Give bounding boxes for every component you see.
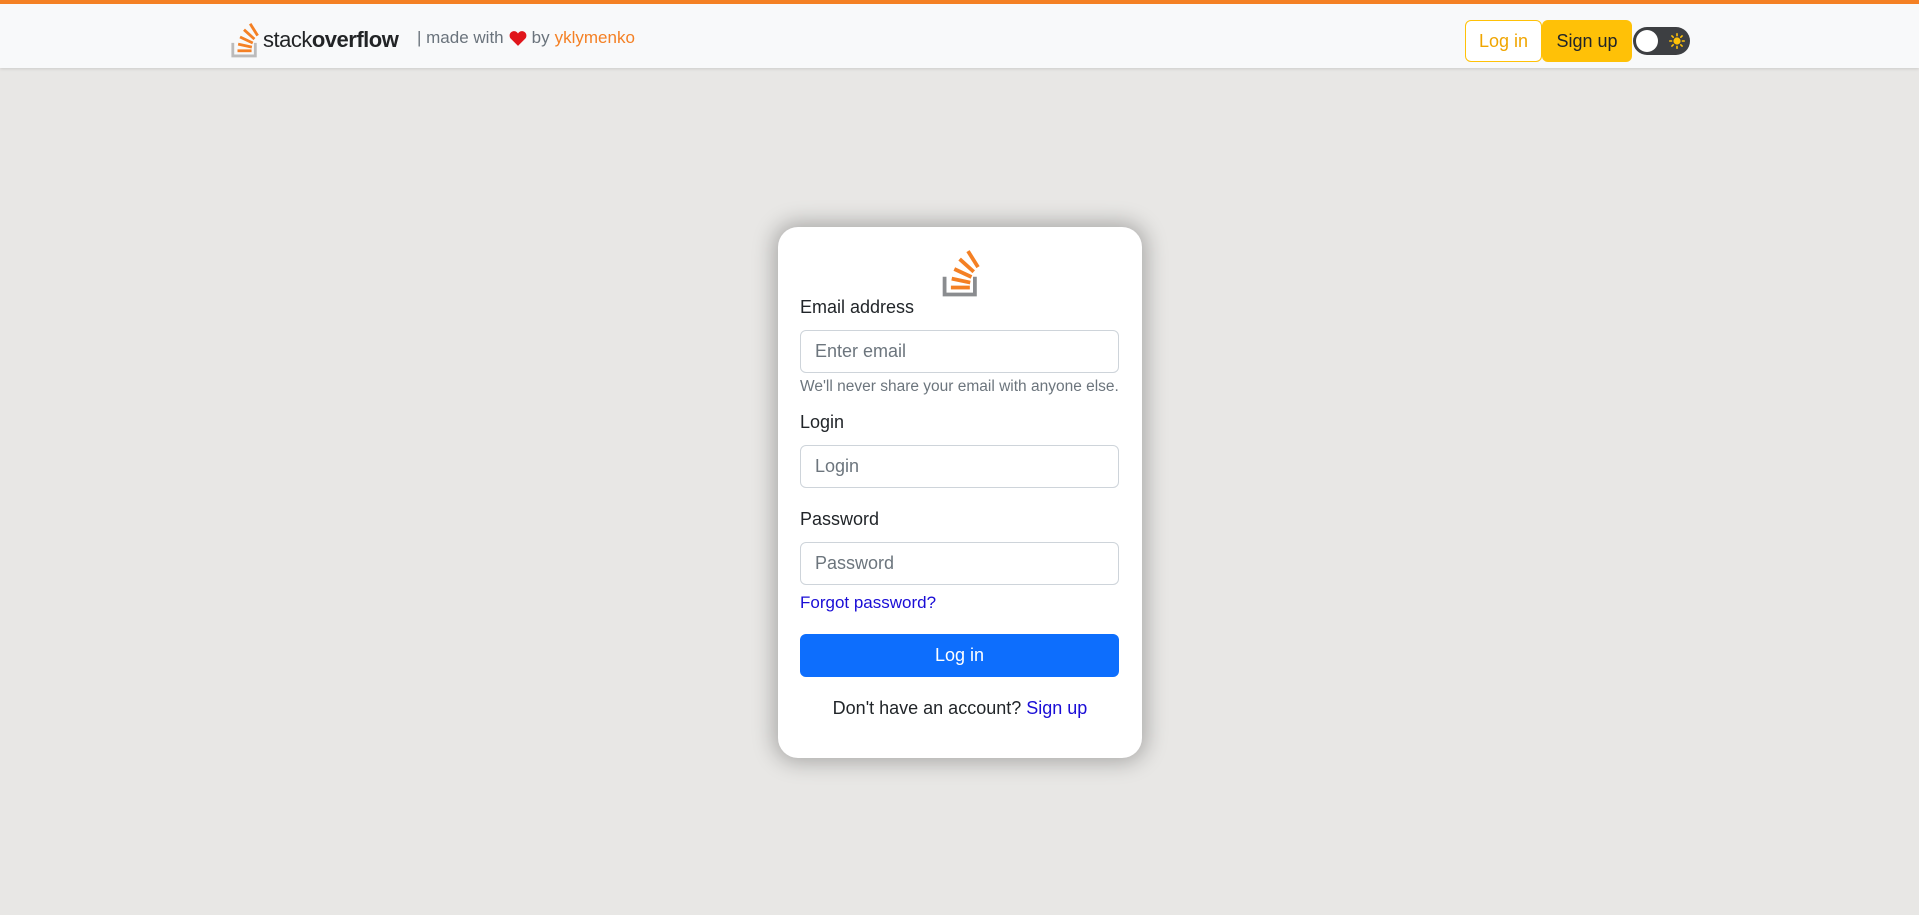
password-field[interactable]: [800, 542, 1119, 585]
wordmark: stackoverflow: [263, 27, 399, 53]
brand-link[interactable]: stackoverflow: [230, 20, 399, 60]
forgot-password-link[interactable]: Forgot password?: [800, 593, 936, 613]
wordmark-overflow: overflow: [311, 27, 399, 52]
header-signup-button[interactable]: Sign up: [1542, 20, 1632, 62]
signup-prompt: Don't have an account? Sign up: [778, 698, 1142, 719]
made-with-credit: | made with by yklymenko: [417, 28, 635, 48]
login-submit-button[interactable]: Log in: [800, 634, 1119, 677]
signup-link[interactable]: Sign up: [1026, 698, 1087, 718]
theme-toggle[interactable]: [1633, 27, 1690, 55]
login-field[interactable]: [800, 445, 1119, 488]
password-label: Password: [800, 509, 880, 529]
no-account-text: Don't have an account?: [832, 698, 1022, 718]
sun-icon: [1669, 33, 1685, 49]
author-link[interactable]: yklymenko: [555, 28, 635, 48]
login-card: Email address We'll never share your ema…: [778, 227, 1142, 758]
stackoverflow-logo-icon: [231, 22, 259, 58]
login-label: Login: [800, 412, 845, 432]
made-with-text: | made with: [417, 28, 504, 47]
by-text: by: [531, 28, 550, 47]
email-help-text: We'll never share your email with anyone…: [800, 378, 1119, 395]
email-field[interactable]: [800, 330, 1119, 373]
wordmark-stack: stack: [263, 27, 312, 52]
heart-icon: [509, 31, 527, 46]
top-navbar: stackoverflow | made with by yklymenko L…: [0, 0, 1919, 68]
email-label: Email address: [800, 297, 915, 317]
header-login-button[interactable]: Log in: [1465, 20, 1542, 62]
toggle-knob: [1636, 30, 1658, 52]
stackoverflow-logo-icon: [942, 250, 980, 297]
